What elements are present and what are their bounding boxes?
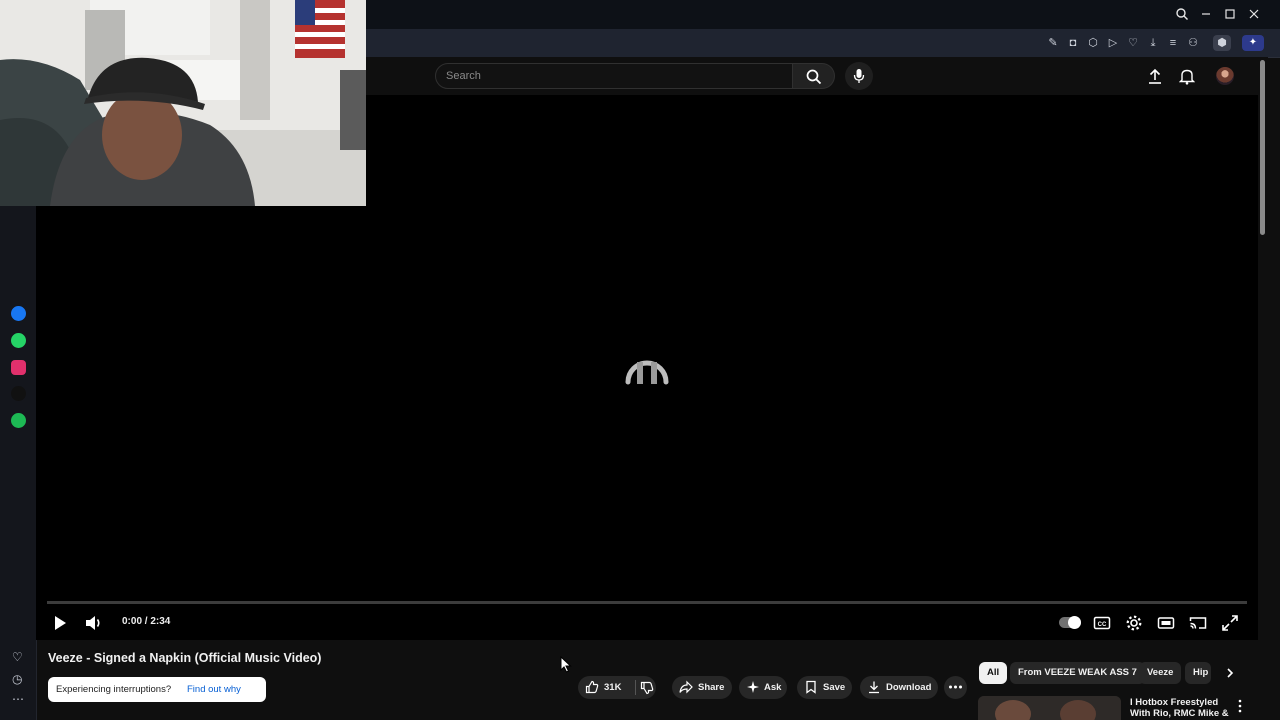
thumbs-down-icon[interactable]	[640, 681, 654, 695]
search-button[interactable]	[793, 63, 835, 89]
ask-label: Ask	[764, 682, 782, 693]
interruption-text: Experiencing interruptions?	[56, 684, 172, 695]
progress-bar[interactable]	[47, 601, 1247, 604]
save-label: Save	[823, 682, 846, 693]
share-button[interactable]: Share	[672, 676, 732, 699]
chip-from-veeze[interactable]: From VEEZE WEAK ASS 7	[1010, 662, 1145, 684]
settings-icon[interactable]	[1124, 613, 1144, 633]
video-title: Veeze - Signed a Napkin (Official Music …	[48, 651, 322, 665]
maximize-icon[interactable]	[1222, 7, 1238, 23]
ai-assistant-icon[interactable]: ✦	[1242, 35, 1264, 51]
edit-icon[interactable]: ✎	[1045, 35, 1061, 51]
kebab-menu-icon[interactable]	[1235, 699, 1245, 713]
find-out-why-link[interactable]: Find out why	[187, 684, 241, 695]
heart-icon[interactable]: ♡	[12, 650, 23, 664]
chip-all[interactable]: All	[979, 662, 1008, 684]
download-icon	[869, 681, 879, 694]
camera-icon[interactable]: ◘	[1065, 35, 1081, 51]
play-icon[interactable]	[50, 613, 70, 633]
save-button[interactable]: Save	[797, 676, 852, 699]
minimize-icon[interactable]	[1198, 7, 1214, 23]
download-button[interactable]: Download	[860, 676, 938, 699]
voice-search-button[interactable]	[845, 62, 873, 90]
chip-veeze[interactable]: Veeze	[1139, 662, 1182, 684]
search-icon[interactable]	[1174, 7, 1190, 23]
time-display: 0:00 / 2:34	[122, 616, 171, 627]
autoplay-toggle[interactable]	[1059, 616, 1081, 629]
search-box[interactable]	[435, 63, 793, 89]
share-label: Share	[698, 682, 725, 693]
shield-icon[interactable]: ⬢	[1213, 35, 1231, 51]
scrollbar-thumb[interactable]	[1260, 60, 1265, 235]
upload-icon[interactable]	[1147, 68, 1163, 85]
download-label: Download	[886, 682, 932, 693]
cast-icon[interactable]	[1188, 613, 1208, 633]
search-input[interactable]	[436, 64, 786, 88]
thumbs-up-icon	[585, 680, 599, 694]
suggested-video-thumbnail[interactable]	[978, 696, 1121, 720]
loading-spinner-icon	[625, 360, 669, 385]
webcam-image	[0, 0, 366, 206]
menu-icon[interactable]: ≡	[1165, 35, 1181, 51]
more-icon[interactable]: ⋯	[12, 692, 24, 706]
heart-icon[interactable]: ♡	[1125, 35, 1141, 51]
svg-text:CC: CC	[1098, 622, 1107, 628]
suggested-video-title[interactable]: I Hotbox Freestyled With Rio, RMC Mike &	[1130, 697, 1240, 720]
chip-hip[interactable]: Hip	[1185, 662, 1211, 684]
theater-mode-icon[interactable]	[1156, 613, 1176, 633]
clock-icon[interactable]: ◷	[12, 672, 22, 686]
more-actions-button[interactable]	[944, 676, 967, 699]
share-icon	[679, 680, 693, 694]
close-icon[interactable]	[1246, 7, 1262, 23]
tiktok-icon[interactable]	[11, 386, 26, 401]
more-icon	[949, 685, 962, 689]
webcam-overlay	[0, 0, 366, 206]
play-icon[interactable]: ▷	[1105, 35, 1121, 51]
whatsapp-icon[interactable]	[11, 333, 26, 348]
profile-icon[interactable]: ⚇	[1185, 35, 1201, 51]
flag	[295, 0, 345, 58]
search-icon	[806, 69, 822, 85]
fullscreen-icon[interactable]	[1220, 613, 1240, 633]
like-count: 31K	[604, 682, 622, 693]
like-button[interactable]: 31K	[578, 676, 656, 699]
sparkle-icon	[747, 681, 759, 693]
volume-icon[interactable]	[84, 613, 104, 633]
captions-icon[interactable]: CC	[1092, 613, 1112, 633]
avatar[interactable]	[1216, 67, 1234, 85]
spotify-icon[interactable]	[11, 413, 26, 428]
browser-sidebar: ♡ ◷ ⋯	[0, 206, 37, 720]
extension-icon[interactable]: ⬡	[1085, 35, 1101, 51]
microphone-icon	[853, 69, 865, 83]
ask-button[interactable]: Ask	[739, 676, 787, 699]
bell-icon[interactable]	[1179, 68, 1195, 85]
instagram-icon[interactable]	[11, 360, 26, 375]
chevron-right-icon[interactable]	[1223, 666, 1237, 680]
bookmark-icon	[806, 680, 816, 694]
download-icon[interactable]: ⤓	[1145, 35, 1161, 51]
mouse-cursor-icon	[560, 656, 572, 673]
messenger-icon[interactable]	[11, 306, 26, 321]
